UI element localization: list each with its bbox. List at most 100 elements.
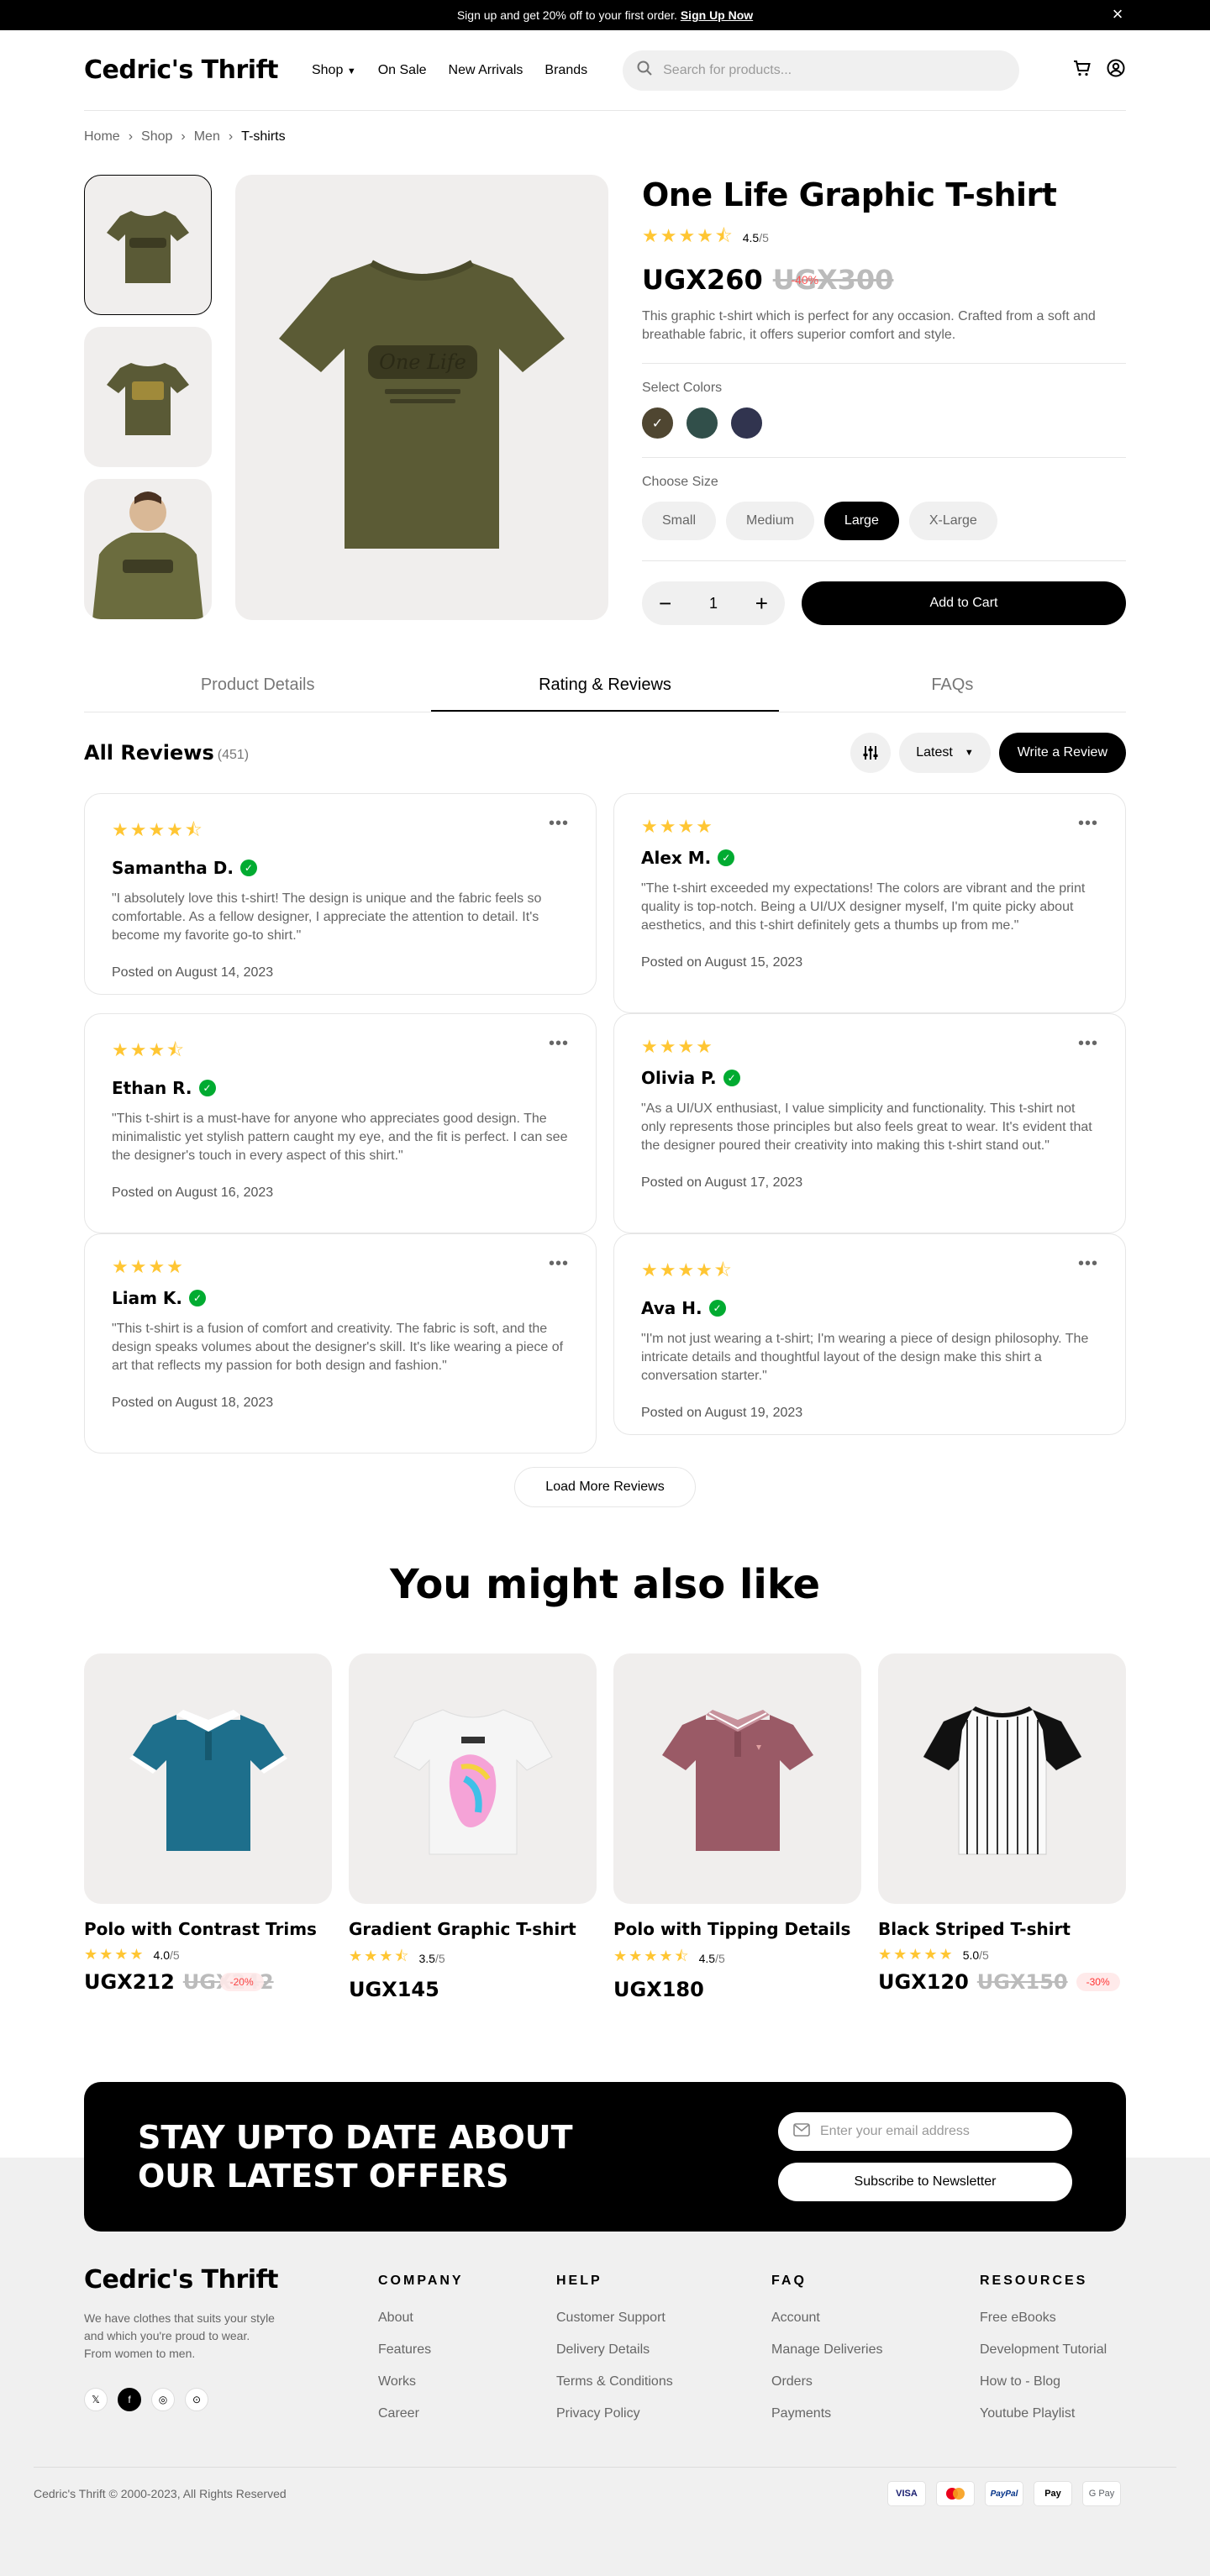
footer-link[interactable]: Payments (771, 2406, 980, 2421)
more-options-icon[interactable]: ••• (549, 814, 569, 833)
product-name[interactable]: Polo with Tipping Details (613, 1919, 861, 1939)
color-swatch-teal[interactable] (687, 407, 718, 439)
write-review-button[interactable]: Write a Review (998, 733, 1126, 773)
footer-link[interactable]: How to - Blog (980, 2374, 1107, 2389)
size-small[interactable]: Small (642, 502, 717, 540)
footer-link[interactable]: Features (378, 2342, 556, 2358)
thumbnail-model[interactable] (84, 479, 212, 619)
product-card[interactable]: Black Striped T-shirt ★★★★★ 5.0/5 UGX120 UGX… (878, 1653, 1126, 2001)
footer-link[interactable]: Free eBooks (980, 2311, 1107, 2326)
size-x-large[interactable]: X-Large (908, 502, 997, 540)
product-name[interactable]: Polo with Contrast Trims (84, 1919, 332, 1939)
product-main-image: One Life (235, 175, 608, 620)
size-picker: Small Medium Large X-Large (642, 502, 1126, 561)
nav-shop[interactable]: Shop ▼ (312, 63, 356, 78)
size-medium[interactable]: Medium (726, 502, 814, 540)
minus-icon[interactable]: − (659, 591, 671, 617)
search-input[interactable]: Search for products... (623, 50, 1020, 91)
cart-icon[interactable] (1072, 58, 1092, 82)
star-rating-icon: ★★★★⯪ (613, 1948, 691, 1964)
footer-link[interactable]: Terms & Conditions (556, 2374, 771, 2389)
footer-link[interactable]: Orders (771, 2374, 980, 2389)
github-icon[interactable]: ⊙ (185, 2388, 208, 2411)
product-name[interactable]: Black Striped T-shirt (878, 1919, 1126, 1939)
account-icon[interactable] (1106, 58, 1126, 82)
verified-check-icon: ✓ (189, 1290, 206, 1306)
tab-rating-reviews[interactable]: Rating & Reviews (431, 676, 779, 712)
product-name[interactable]: Gradient Graphic T-shirt (349, 1919, 597, 1939)
breadcrumb-men[interactable]: Men (194, 129, 220, 145)
nav-brands[interactable]: Brands (544, 63, 587, 78)
product-card[interactable]: Polo with Tipping Details ★★★★⯪ 4.5/5 UGX18… (613, 1653, 861, 2001)
footer-link[interactable]: Development Tutorial (980, 2342, 1107, 2358)
color-swatch-navy[interactable] (731, 407, 762, 439)
reviewer-name: Ethan R. (112, 1078, 192, 1098)
mail-icon (793, 2122, 810, 2141)
footer-col-title: COMPANY (378, 2274, 464, 2288)
product-price: UGX212 (84, 1970, 175, 1994)
product-title: One Life Graphic T-shirt (642, 176, 1057, 213)
chevron-right-icon: › (181, 129, 186, 144)
sort-dropdown[interactable]: Latest ▼ (899, 733, 991, 773)
instagram-icon[interactable]: ◎ (151, 2388, 175, 2411)
rating-value: 5.0 (962, 1948, 980, 1962)
thumbnail-list (84, 175, 212, 639)
review-date: Posted on August 18, 2023 (112, 1396, 274, 1410)
footer-link[interactable]: Works (378, 2374, 556, 2389)
sign-up-link[interactable]: Sign Up Now (681, 8, 753, 22)
breadcrumb-shop[interactable]: Shop (141, 129, 172, 145)
more-options-icon[interactable]: ••• (1078, 1034, 1098, 1054)
footer-link[interactable]: Privacy Policy (556, 2406, 771, 2421)
breadcrumb-home[interactable]: Home (84, 129, 120, 145)
main-nav: Shop ▼ On Sale New Arrivals Brands (312, 63, 587, 78)
review-text: "This t-shirt is a must-have for anyone … (112, 1112, 568, 1163)
more-options-icon[interactable]: ••• (549, 1254, 569, 1274)
footer-link[interactable]: Career (378, 2406, 556, 2421)
nav-on-sale[interactable]: On Sale (378, 63, 427, 78)
close-icon[interactable]: × (1109, 5, 1126, 24)
site-logo[interactable]: Cedric's Thrift (84, 55, 278, 85)
facebook-icon[interactable]: f (118, 2388, 141, 2411)
more-options-icon[interactable]: ••• (549, 1034, 569, 1054)
thumbnail-front[interactable] (84, 175, 212, 315)
verified-check-icon: ✓ (718, 849, 735, 866)
plus-icon[interactable]: + (755, 591, 768, 617)
also-like-title: You might also like (389, 1561, 821, 1608)
nav-new-arrivals[interactable]: New Arrivals (449, 63, 523, 78)
product-card[interactable]: Gradient Graphic T-shirt ★★★⯪ 3.5/5 UGX145 (349, 1653, 597, 2001)
size-large[interactable]: Large (823, 502, 899, 540)
tab-product-details[interactable]: Product Details (84, 676, 431, 712)
email-field[interactable]: Enter your email address (778, 2112, 1072, 2151)
star-rating-icon: ★★★★⯪ (112, 819, 204, 840)
chevron-down-icon: ▼ (964, 748, 974, 758)
product-image[interactable] (613, 1653, 861, 1904)
product-image[interactable] (84, 1653, 332, 1904)
footer-link[interactable]: Customer Support (556, 2311, 771, 2326)
review-date: Posted on August 17, 2023 (641, 1175, 803, 1190)
tab-faqs[interactable]: FAQs (779, 676, 1126, 712)
subscribe-button[interactable]: Subscribe to Newsletter (778, 2163, 1072, 2201)
footer-logo[interactable]: Cedric's Thrift (84, 2265, 345, 2295)
footer-tagline: We have clothes that suits your style an… (84, 2311, 275, 2360)
footer-link[interactable]: Delivery Details (556, 2342, 771, 2358)
product-image[interactable] (878, 1653, 1126, 1904)
more-options-icon[interactable]: ••• (1078, 1254, 1098, 1274)
thumbnail-back[interactable] (84, 327, 212, 467)
review-card: ••• ★★★★ Alex M. ✓ "The t-shirt exceeded my … (613, 793, 1126, 1013)
footer-link[interactable]: Account (771, 2311, 980, 2326)
add-to-cart-button[interactable]: Add to Cart (802, 581, 1126, 625)
footer-link[interactable]: Youtube Playlist (980, 2406, 1107, 2421)
footer-link[interactable]: Manage Deliveries (771, 2342, 980, 2358)
product-price: UGX260 UGX300 -40% (642, 264, 1126, 296)
product-image[interactable] (349, 1653, 597, 1904)
footer-link[interactable]: About (378, 2311, 556, 2326)
product-card[interactable]: Polo with Contrast Trims★★★★4.0/5UGX212U… (84, 1653, 332, 2001)
rating-max: /5 (170, 1948, 180, 1962)
color-swatch-olive[interactable]: ✓ (642, 407, 673, 439)
load-more-button[interactable]: Load More Reviews (514, 1467, 696, 1507)
filter-icon[interactable] (850, 733, 892, 773)
chevron-right-icon: › (128, 129, 134, 144)
twitter-icon[interactable]: 𝕏 (84, 2388, 108, 2411)
announcement-bar: Sign up and get 20% off to your first or… (0, 0, 1210, 30)
more-options-icon[interactable]: ••• (1078, 814, 1098, 833)
